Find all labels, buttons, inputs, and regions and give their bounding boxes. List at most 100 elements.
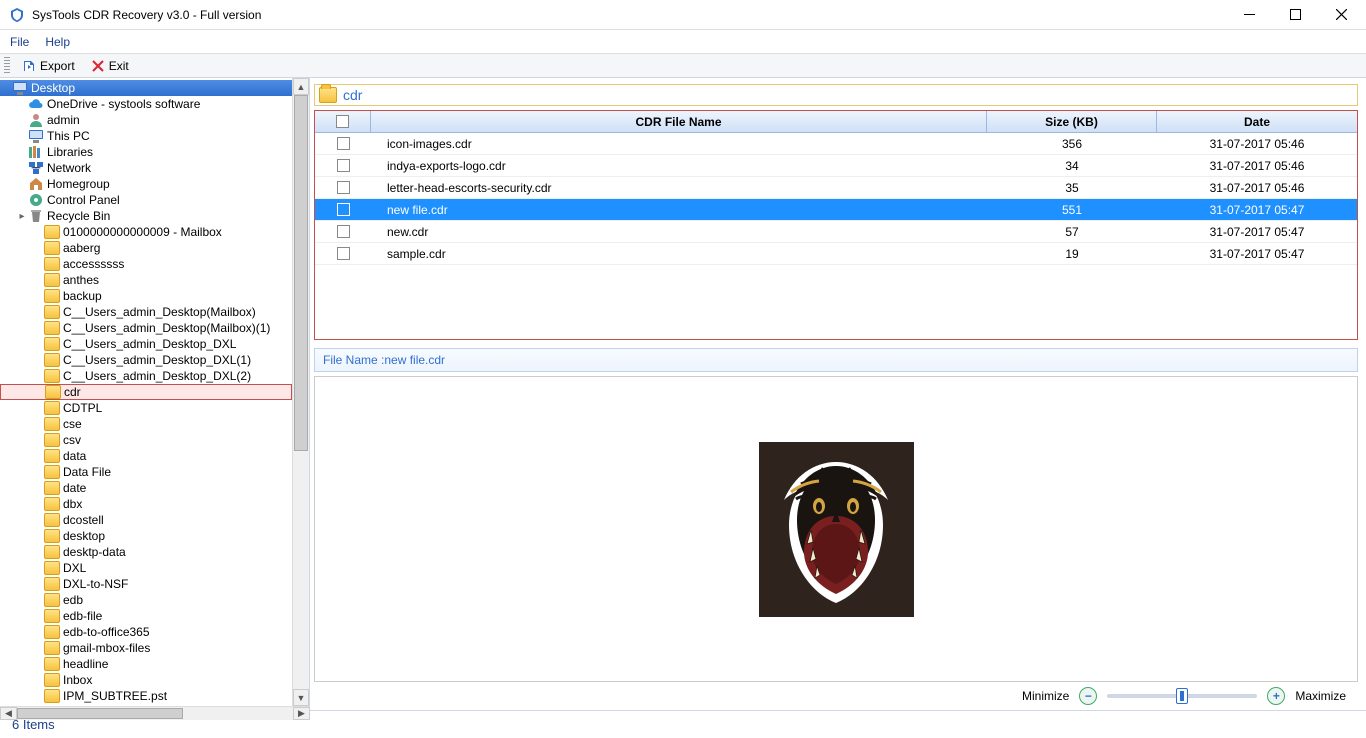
tree-folder[interactable]: data	[0, 448, 292, 464]
tree-item[interactable]: This PC	[0, 128, 292, 144]
tree-label: C__Users_admin_Desktop(Mailbox)(1)	[63, 321, 270, 335]
tree-label: 0100000000000009 - Mailbox	[63, 225, 222, 239]
folder-icon	[319, 87, 337, 103]
filename-label: File Name :	[323, 353, 384, 367]
tree-folder[interactable]: edb-to-office365	[0, 624, 292, 640]
tree-folder[interactable]: C__Users_admin_Desktop(Mailbox)	[0, 304, 292, 320]
col-size[interactable]: Size (KB)	[987, 111, 1157, 132]
sidebar-vscroll[interactable]: ▲ ▼	[292, 78, 309, 706]
tree-folder[interactable]: date	[0, 480, 292, 496]
tree-folder[interactable]: headline	[0, 656, 292, 672]
tree-item[interactable]: Control Panel	[0, 192, 292, 208]
row-checkbox[interactable]	[337, 225, 350, 238]
exit-button[interactable]: Exit	[85, 55, 135, 77]
tree-root[interactable]: Desktop	[0, 80, 292, 96]
tree-label: dcostell	[63, 513, 104, 527]
zoom-out-button[interactable]: −	[1079, 687, 1097, 705]
grid-row[interactable]: new file.cdr55131-07-2017 05:47	[315, 199, 1357, 221]
tree-label: Homegroup	[47, 177, 110, 191]
tree-label: edb	[63, 593, 83, 607]
tree-folder[interactable]: dcostell	[0, 512, 292, 528]
zoom-in-button[interactable]: +	[1267, 687, 1285, 705]
scroll-up-icon[interactable]: ▲	[293, 78, 309, 95]
tree-folder-selected[interactable]: cdr	[0, 384, 292, 400]
grid-row[interactable]: sample.cdr1931-07-2017 05:47	[315, 243, 1357, 265]
scroll-hthumb[interactable]	[17, 708, 183, 719]
expand-icon[interactable]: ▸	[16, 211, 28, 222]
scroll-down-icon[interactable]: ▼	[293, 689, 309, 706]
tree-folder[interactable]: accessssss	[0, 256, 292, 272]
export-button[interactable]: Export	[16, 55, 81, 77]
tree-folder[interactable]: C__Users_admin_Desktop_DXL(2)	[0, 368, 292, 384]
tree-folder[interactable]: cse	[0, 416, 292, 432]
tree-icon	[44, 496, 60, 512]
tree-folder[interactable]: gmail-mbox-files	[0, 640, 292, 656]
header-checkbox[interactable]	[336, 115, 349, 128]
tree-icon	[28, 112, 44, 128]
col-name[interactable]: CDR File Name	[371, 111, 987, 132]
menu-file[interactable]: File	[10, 35, 29, 49]
tree-icon	[44, 656, 60, 672]
row-checkbox[interactable]	[337, 203, 350, 216]
tree-folder[interactable]: aaberg	[0, 240, 292, 256]
menu-help[interactable]: Help	[45, 35, 70, 49]
row-date: 31-07-2017 05:47	[1157, 203, 1357, 217]
zoom-slider[interactable]	[1107, 694, 1257, 698]
zoom-thumb[interactable]	[1176, 688, 1188, 704]
minimize-button[interactable]	[1226, 0, 1272, 30]
tree-item[interactable]: ▸Recycle Bin	[0, 208, 292, 224]
tree-icon	[44, 352, 60, 368]
tree-folder[interactable]: backup	[0, 288, 292, 304]
tree-folder[interactable]: desktp-data	[0, 544, 292, 560]
tree-folder[interactable]: dbx	[0, 496, 292, 512]
tree-folder[interactable]: edb	[0, 592, 292, 608]
grid-row[interactable]: new.cdr5731-07-2017 05:47	[315, 221, 1357, 243]
scroll-right-icon[interactable]: ▶	[293, 707, 310, 720]
tree-folder[interactable]: C__Users_admin_Desktop(Mailbox)(1)	[0, 320, 292, 336]
tree-folder[interactable]: anthes	[0, 272, 292, 288]
sidebar-hscroll[interactable]: ◀ ▶	[0, 706, 310, 720]
tree-item[interactable]: Network	[0, 160, 292, 176]
tree-folder[interactable]: csv	[0, 432, 292, 448]
tree-folder[interactable]: Data File	[0, 464, 292, 480]
grid-row[interactable]: letter-head-escorts-security.cdr3531-07-…	[315, 177, 1357, 199]
col-checkbox[interactable]	[315, 111, 371, 132]
titlebar: SysTools CDR Recovery v3.0 - Full versio…	[0, 0, 1366, 30]
tree-label: OneDrive - systools software	[47, 97, 200, 111]
scroll-thumb[interactable]	[294, 95, 308, 451]
tree-item[interactable]: OneDrive - systools software	[0, 96, 292, 112]
tree-folder[interactable]: DXL	[0, 560, 292, 576]
tree-folder[interactable]: CDTPL	[0, 400, 292, 416]
tree-item[interactable]: admin	[0, 112, 292, 128]
grid-row[interactable]: indya-exports-logo.cdr3431-07-2017 05:46	[315, 155, 1357, 177]
tree-icon	[28, 176, 44, 192]
row-checkbox[interactable]	[337, 247, 350, 260]
row-checkbox[interactable]	[337, 159, 350, 172]
file-grid: CDR File Name Size (KB) Date icon-images…	[314, 110, 1358, 340]
tree-item[interactable]: Homegroup	[0, 176, 292, 192]
tree-folder[interactable]: C__Users_admin_Desktop_DXL	[0, 336, 292, 352]
tree-label: C__Users_admin_Desktop_DXL(1)	[63, 353, 251, 367]
tree-folder[interactable]: Inbox	[0, 672, 292, 688]
tree-folder[interactable]: IPM_SUBTREE.pst	[0, 688, 292, 704]
tree-folder[interactable]: C__Users_admin_Desktop_DXL(1)	[0, 352, 292, 368]
tree-folder[interactable]: 0100000000000009 - Mailbox	[0, 224, 292, 240]
tree-folder[interactable]: desktop	[0, 528, 292, 544]
tree-icon	[28, 208, 44, 224]
tree-label: Libraries	[47, 145, 93, 159]
tree-label: CDTPL	[63, 401, 102, 415]
tree-icon	[44, 576, 60, 592]
tree-folder[interactable]: DXL-to-NSF	[0, 576, 292, 592]
zoom-max-label: Maximize	[1295, 689, 1346, 703]
tree-label: anthes	[63, 273, 99, 287]
grid-row[interactable]: icon-images.cdr35631-07-2017 05:46	[315, 133, 1357, 155]
row-checkbox[interactable]	[337, 181, 350, 194]
tree-label: desktp-data	[63, 545, 126, 559]
col-date[interactable]: Date	[1157, 111, 1357, 132]
tree-icon	[44, 592, 60, 608]
row-checkbox[interactable]	[337, 137, 350, 150]
maximize-button[interactable]	[1272, 0, 1318, 30]
close-button[interactable]	[1318, 0, 1364, 30]
tree-folder[interactable]: edb-file	[0, 608, 292, 624]
tree-item[interactable]: Libraries	[0, 144, 292, 160]
